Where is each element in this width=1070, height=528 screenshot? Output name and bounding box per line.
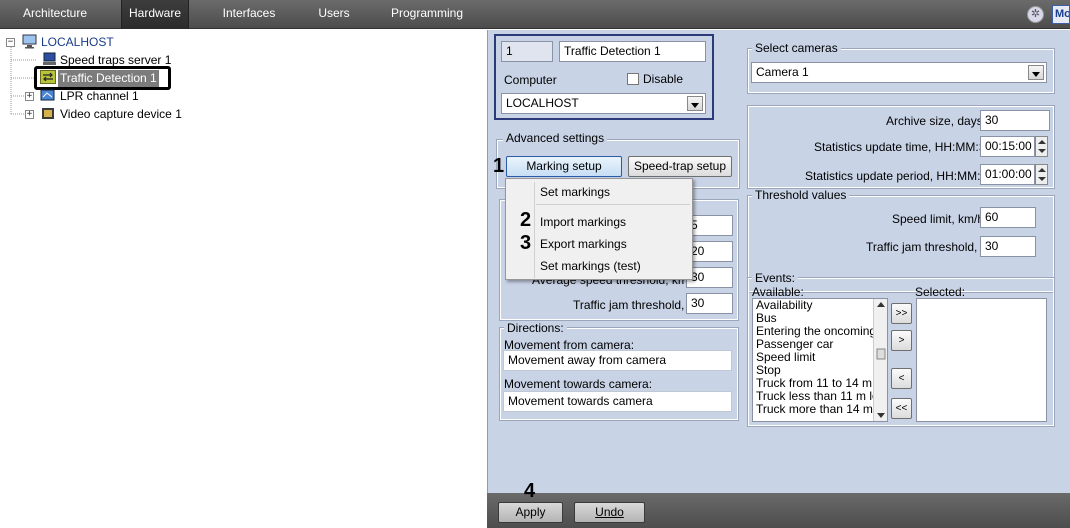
marking-context-menu: Set markings Import markings Export mark… (505, 178, 693, 280)
left-traffic-jam-label: Traffic jam threshold, % (573, 298, 699, 312)
statistics-update-period-label: Statistics update period, HH:MM:SS: (805, 169, 1000, 183)
annotation-number: 4 (524, 480, 536, 502)
speed-trap-setup-button[interactable]: Speed-trap setup (628, 156, 732, 177)
speed-trap-server-icon (42, 52, 58, 66)
menu-separator (534, 182, 535, 278)
tab-users[interactable]: Users (310, 0, 358, 29)
menu-item-set-markings[interactable]: Set markings (540, 182, 610, 202)
left-traffic-jam-field[interactable]: 30 (686, 293, 733, 314)
events-title: Events: (752, 272, 799, 285)
menu-item-export-markings[interactable]: Export markings (540, 234, 627, 254)
apply-button[interactable]: Apply (498, 502, 563, 523)
video-capture-device-icon (40, 106, 56, 120)
annotation-number: 2 (520, 209, 532, 231)
remove-event-button[interactable]: < (891, 368, 912, 389)
menu-divider (536, 204, 690, 205)
object-id-field[interactable]: 1 (501, 41, 553, 62)
movement-towards-camera-field[interactable]: Movement towards camera (503, 391, 732, 412)
threshold-values-title: Threshold values (752, 189, 850, 202)
chevron-down-icon[interactable] (687, 96, 703, 111)
lpr-channel-icon (40, 88, 56, 102)
computer-label: Computer (504, 73, 557, 87)
menu-item-import-markings[interactable]: Import markings (540, 212, 626, 232)
archive-size-label: Archive size, days: (886, 114, 987, 128)
statistics-update-period-field[interactable]: 01:00:00 (980, 164, 1035, 185)
top-navigation-bar: Architecture Hardware Interfaces Users P… (0, 0, 1070, 29)
computer-select[interactable]: LOCALHOST (501, 93, 706, 114)
directions-title: Directions: (504, 322, 567, 335)
list-item[interactable]: Truck more than 14 m lo (753, 403, 887, 416)
statistics-update-time-spinner[interactable] (1035, 136, 1048, 157)
camera-select[interactable]: Camera 1 (751, 62, 1047, 83)
statistics-update-time-field[interactable]: 00:15:00 (980, 136, 1035, 157)
scrollbar-arrows-icon (876, 302, 886, 418)
threshold-field-2[interactable]: 20 (686, 241, 733, 262)
available-label: Available: (752, 285, 804, 299)
camera-select-value: Camera 1 (756, 65, 809, 79)
computer-select-value: LOCALHOST (506, 96, 579, 110)
advanced-settings-title: Advanced settings (503, 132, 608, 145)
disable-label: Disable (643, 72, 684, 86)
chevron-down-icon[interactable] (1028, 65, 1044, 80)
select-cameras-title: Select cameras (752, 42, 841, 55)
threshold-traffic-jam-label: Traffic jam threshold, % (866, 240, 992, 254)
object-name-field[interactable]: Traffic Detection 1 (559, 41, 706, 62)
traffic-detection-icon (40, 70, 56, 84)
threshold-traffic-jam-field[interactable]: 30 (980, 236, 1036, 257)
tree-item-lpr-channel[interactable]: LPR channel 1 (60, 88, 139, 105)
add-all-events-button[interactable]: >> (891, 303, 912, 324)
tab-programming[interactable]: Programming (389, 0, 465, 29)
tab-hardware[interactable]: Hardware (121, 0, 189, 29)
tree-item-traffic-detection[interactable]: Traffic Detection 1 (58, 70, 159, 87)
disable-checkbox[interactable] (627, 73, 639, 85)
expand-icon[interactable]: + (25, 92, 34, 101)
speed-limit-field[interactable]: 60 (980, 207, 1036, 228)
annotation-number: 3 (520, 232, 532, 254)
tab-interfaces[interactable]: Interfaces (215, 0, 283, 29)
annotation-number: 1 (493, 155, 505, 177)
add-event-button[interactable]: > (891, 330, 912, 351)
available-events-list[interactable]: Availability Bus Entering the oncoming l… (752, 298, 888, 422)
expand-icon[interactable]: + (25, 110, 34, 119)
speed-limit-label: Speed limit, km/h (892, 212, 985, 226)
avg-speed-threshold-field[interactable]: 30 (686, 267, 733, 288)
movement-towards-camera-label: Movement towards camera: (504, 377, 653, 391)
undo-button[interactable]: Undo (574, 502, 645, 523)
footer-bar: Apply Undo (487, 493, 1070, 528)
tree-item-video-capture-device[interactable]: Video capture device 1 (60, 106, 182, 123)
archive-size-field[interactable]: 30 (980, 110, 1050, 131)
marking-setup-button[interactable]: Marking setup (506, 156, 622, 177)
statistics-update-period-spinner[interactable] (1035, 164, 1048, 185)
threshold-field-1[interactable]: 5 (686, 215, 733, 236)
remove-all-events-button[interactable]: << (891, 398, 912, 419)
available-events-scrollbar[interactable] (873, 299, 887, 421)
user-badge[interactable]: Mo (1052, 5, 1070, 24)
selected-label: Selected: (915, 285, 966, 299)
menu-item-set-markings-test[interactable]: Set markings (test) (540, 256, 641, 276)
movement-from-camera-field[interactable]: Movement away from camera (503, 350, 732, 371)
gear-icon[interactable]: ✲ (1027, 6, 1044, 23)
selected-events-list[interactable] (916, 298, 1047, 422)
statistics-update-time-label: Statistics update time, HH:MM:SS: (814, 140, 999, 154)
